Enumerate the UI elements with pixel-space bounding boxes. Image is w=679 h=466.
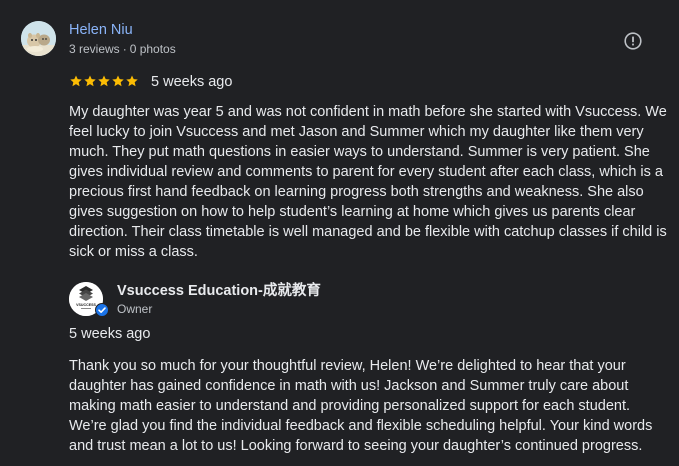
review-date: 5 weeks ago — [151, 74, 233, 90]
report-icon — [624, 32, 642, 50]
star-rating — [69, 73, 139, 89]
verified-badge — [95, 303, 109, 317]
star-icon — [112, 75, 124, 87]
owner-logo-text: VSUCCESS — [76, 303, 96, 307]
photos-count: 0 photos — [129, 42, 176, 56]
star-icon — [84, 75, 96, 87]
reply-text: Thank you so much for your thoughtful re… — [69, 358, 653, 454]
review-text: My daughter was year 5 and was not confi… — [69, 104, 667, 260]
star-icon — [70, 75, 82, 87]
report-review-button[interactable] — [624, 32, 642, 50]
verified-check-icon — [95, 303, 109, 317]
star-icon — [98, 75, 110, 87]
review-card: Helen Niu 3 reviews · 0 photos 5 weeks ago… — [0, 0, 679, 466]
reviewer-name[interactable]: Helen Niu — [69, 21, 133, 39]
reply-date: 5 weeks ago — [69, 326, 151, 342]
meta-separator: · — [122, 42, 127, 56]
owner-name[interactable]: Vsuccess Education-成就教育 — [117, 282, 321, 300]
owner-role: Owner — [117, 302, 153, 316]
reviewer-avatar[interactable] — [21, 21, 56, 56]
reviewer-avatar-image — [21, 21, 56, 56]
reviews-count: 3 reviews — [69, 42, 120, 56]
reviewer-meta: 3 reviews · 0 photos — [69, 41, 176, 57]
star-icon — [126, 75, 138, 87]
